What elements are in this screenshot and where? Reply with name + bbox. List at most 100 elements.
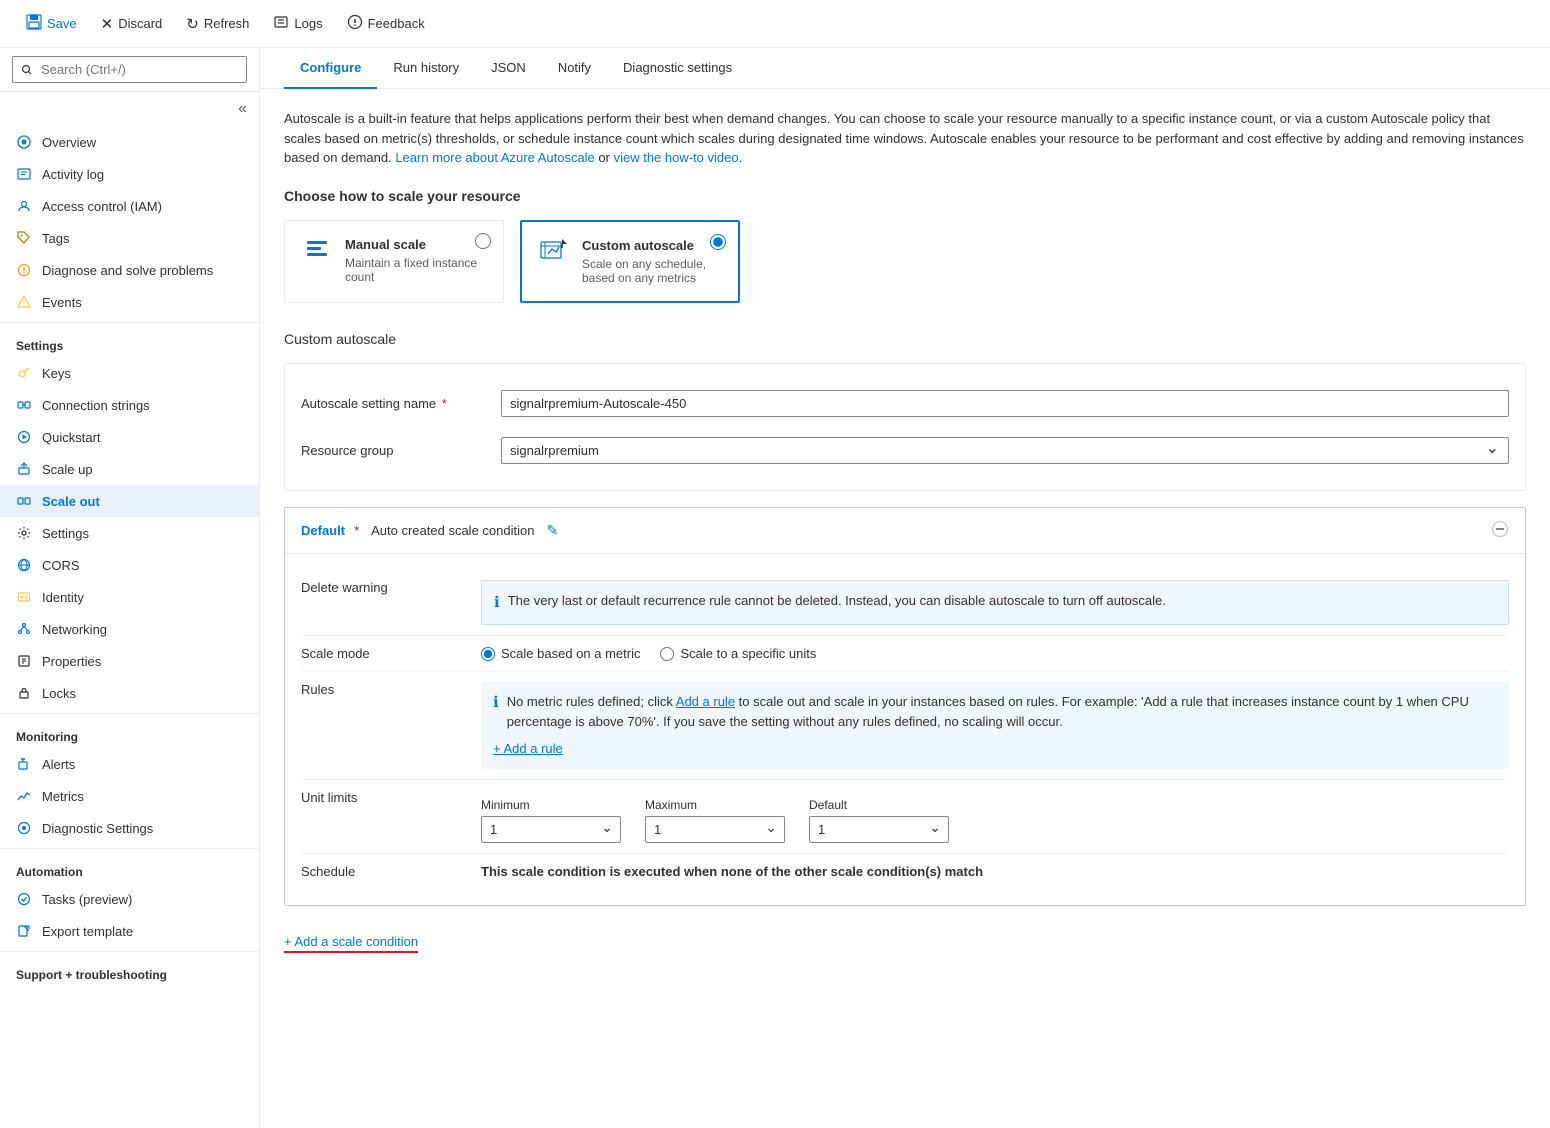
delete-warning-text: The very last or default recurrence rule… (508, 591, 1166, 611)
sidebar-item-identity[interactable]: Identity (0, 581, 259, 613)
sidebar-item-diagnose[interactable]: Diagnose and solve problems (0, 254, 259, 286)
discard-button[interactable]: ✕ Discard (91, 10, 173, 38)
diagnose-icon (16, 262, 32, 278)
sidebar-item-connection-strings[interactable]: Connection strings (0, 389, 259, 421)
scale-condition-header: Default * Auto created scale condition ✎ (285, 508, 1525, 554)
sidebar-item-scale-up[interactable]: Scale up (0, 453, 259, 485)
discard-label: Discard (118, 16, 162, 31)
scale-condition-box: Default * Auto created scale condition ✎… (284, 507, 1526, 906)
sidebar-item-keys[interactable]: Keys (0, 357, 259, 389)
add-rule-link[interactable]: + Add a rule (493, 739, 1497, 759)
logs-icon (273, 14, 289, 34)
sidebar-item-label: Scale up (42, 462, 93, 477)
sidebar-item-label: Overview (42, 135, 96, 150)
manual-scale-radio[interactable] (475, 233, 491, 249)
save-button[interactable]: Save (16, 9, 87, 39)
sidebar-item-iam[interactable]: Access control (IAM) (0, 190, 259, 222)
feedback-button[interactable]: Feedback (337, 9, 435, 39)
sidebar-item-alerts[interactable]: Alerts (0, 748, 259, 780)
sidebar-item-cors[interactable]: CORS (0, 549, 259, 581)
settings-section-title: Settings (0, 327, 259, 357)
save-label: Save (47, 16, 77, 31)
sidebar-item-label: Settings (42, 526, 89, 541)
sidebar-item-metrics[interactable]: Metrics (0, 780, 259, 812)
sidebar-item-settings[interactable]: Settings (0, 517, 259, 549)
keys-icon (16, 365, 32, 381)
sidebar-item-tags[interactable]: Tags (0, 222, 259, 254)
manual-scale-desc: Maintain a fixed instance count (345, 256, 487, 284)
main-content: Configure Run history JSON Notify Diagno… (260, 48, 1550, 1128)
sidebar-item-locks[interactable]: Locks (0, 677, 259, 709)
delete-warning-box: ℹ The very last or default recurrence ru… (481, 580, 1509, 626)
networking-icon (16, 621, 32, 637)
sidebar-item-events[interactable]: Events (0, 286, 259, 318)
sidebar-item-quickstart[interactable]: Quickstart (0, 421, 259, 453)
unit-default-select[interactable]: 1 (809, 816, 949, 843)
tabs-bar: Configure Run history JSON Notify Diagno… (260, 48, 1550, 89)
add-rule-link-inline[interactable]: Add a rule (676, 694, 735, 709)
sidebar-item-scale-out[interactable]: Scale out (0, 485, 259, 517)
custom-autoscale-radio[interactable] (710, 234, 726, 250)
resource-group-select[interactable]: signalrpremium (501, 437, 1509, 464)
feedback-icon (347, 14, 363, 34)
scale-condition-subtitle: Auto created scale condition (371, 523, 534, 538)
resource-group-row: Resource group signalrpremium (301, 427, 1509, 474)
unit-max-select[interactable]: 1 (645, 816, 785, 843)
unit-min-select[interactable]: 1 (481, 816, 621, 843)
delete-condition-icon[interactable] (1491, 520, 1509, 541)
sidebar-item-export-template[interactable]: Export template (0, 915, 259, 947)
sidebar-item-label: Access control (IAM) (42, 199, 162, 214)
tab-json[interactable]: JSON (475, 48, 542, 89)
sidebar-item-properties[interactable]: Properties (0, 645, 259, 677)
delete-warning-row: Delete warning ℹ The very last or defaul… (301, 570, 1509, 637)
sidebar-item-diagnostic-settings[interactable]: Diagnostic Settings (0, 812, 259, 844)
sidebar-item-tasks[interactable]: Tasks (preview) (0, 883, 259, 915)
identity-icon (16, 589, 32, 605)
logs-button[interactable]: Logs (263, 9, 332, 39)
custom-autoscale-section-title: Custom autoscale (284, 331, 1526, 347)
scale-options: Manual scale Maintain a fixed instance c… (284, 220, 1526, 303)
search-box (0, 48, 259, 92)
connection-icon (16, 397, 32, 413)
tab-configure[interactable]: Configure (284, 48, 377, 89)
how-to-video-link[interactable]: view the how-to video (614, 150, 739, 165)
sidebar-item-label: Identity (42, 590, 84, 605)
locks-icon (16, 685, 32, 701)
sidebar-item-label: Alerts (42, 757, 75, 772)
scale-units-option[interactable]: Scale to a specific units (660, 646, 816, 661)
edit-icon[interactable]: ✎ (546, 522, 558, 539)
sidebar-item-label: Tags (42, 231, 69, 246)
learn-more-link[interactable]: Learn more about Azure Autoscale (395, 150, 594, 165)
unit-limits-controls: Minimum 1 Maximum (481, 798, 1509, 843)
unit-limits-row: Unit limits Minimum 1 (301, 780, 1509, 854)
add-scale-condition[interactable]: + Add a scale condition (284, 922, 1526, 965)
autoscale-name-input[interactable] (501, 390, 1509, 417)
refresh-icon: ↻ (186, 15, 199, 33)
settings-icon (16, 525, 32, 541)
tab-notify[interactable]: Notify (542, 48, 607, 89)
sidebar-item-activity-log[interactable]: Activity log (0, 158, 259, 190)
scale-metric-option[interactable]: Scale based on a metric (481, 646, 640, 661)
tasks-icon (16, 891, 32, 907)
manual-scale-icon (301, 237, 333, 261)
tab-diagnostic[interactable]: Diagnostic settings (607, 48, 748, 89)
sidebar-item-networking[interactable]: Networking (0, 613, 259, 645)
search-input[interactable] (12, 56, 247, 83)
delete-warning-value: ℹ The very last or default recurrence ru… (481, 580, 1509, 626)
metrics-icon (16, 788, 32, 804)
unit-limits-label: Unit limits (301, 790, 481, 843)
autoscale-form: Autoscale setting name * Resource group (284, 363, 1526, 491)
schedule-label: Schedule (301, 864, 481, 879)
sidebar-item-overview[interactable]: Overview (0, 126, 259, 158)
description-text: Autoscale is a built-in feature that hel… (284, 109, 1526, 168)
sidebar-collapse-button[interactable]: « (234, 96, 251, 122)
info-icon: ℹ (494, 592, 500, 615)
custom-autoscale-card[interactable]: Custom autoscale Scale on any schedule, … (520, 220, 740, 303)
sidebar-item-label: Export template (42, 924, 133, 939)
manual-scale-card[interactable]: Manual scale Maintain a fixed instance c… (284, 220, 504, 303)
refresh-button[interactable]: ↻ Refresh (176, 10, 259, 38)
tab-run-history[interactable]: Run history (377, 48, 475, 89)
scale-mode-radio-group: Scale based on a metric Scale to a speci… (481, 646, 1509, 661)
schedule-row: Schedule This scale condition is execute… (301, 854, 1509, 889)
quickstart-icon (16, 429, 32, 445)
